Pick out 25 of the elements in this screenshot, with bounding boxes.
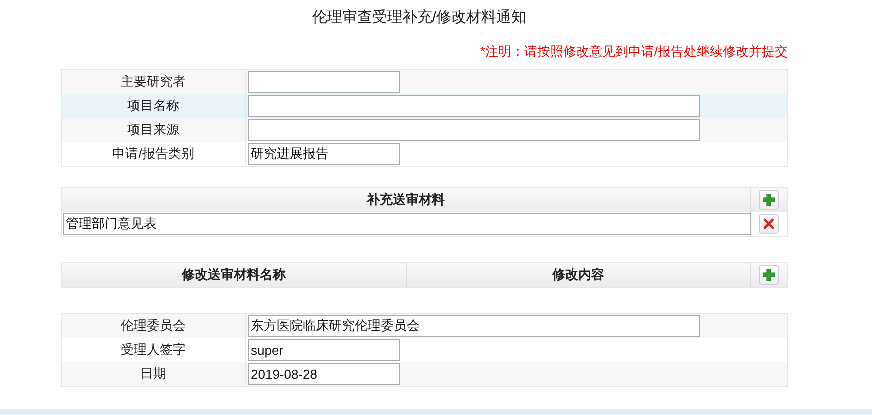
field-label: 项目来源 bbox=[128, 122, 180, 137]
input-field[interactable]: 东方医院临床研究伦理委员会 bbox=[248, 315, 700, 337]
input-field[interactable]: 管理部门意见表 bbox=[63, 213, 751, 235]
plus-icon bbox=[763, 194, 775, 206]
field-label: 日期 bbox=[140, 366, 166, 381]
field-label: 申请/报告类别 bbox=[112, 146, 194, 161]
column-header: 修改送审材料名称 bbox=[62, 263, 406, 287]
note-text: *注明：请按照修改意见到申请/报告处继续修改并提交 bbox=[480, 44, 788, 59]
close-icon bbox=[763, 218, 775, 230]
add-button[interactable] bbox=[759, 190, 779, 210]
field-label: 伦理委员会 bbox=[121, 318, 186, 333]
page-title: 伦理审查受理补充/修改材料通知 bbox=[311, 8, 528, 28]
input-field[interactable]: 2019-08-28 bbox=[248, 363, 400, 385]
input-field[interactable] bbox=[248, 95, 700, 117]
field-label: 项目名称 bbox=[128, 98, 180, 113]
field-label: 主要研究者 bbox=[121, 74, 186, 89]
input-field[interactable] bbox=[248, 119, 700, 141]
input-field[interactable]: super bbox=[248, 339, 400, 361]
input-field[interactable]: 研究进展报告 bbox=[248, 143, 400, 165]
plus-icon bbox=[763, 269, 775, 281]
input-field[interactable] bbox=[248, 71, 400, 93]
field-label: 受理人签字 bbox=[121, 342, 186, 357]
add-button[interactable] bbox=[759, 265, 779, 285]
column-header: 修改内容 bbox=[406, 263, 751, 287]
delete-button[interactable] bbox=[759, 214, 779, 234]
